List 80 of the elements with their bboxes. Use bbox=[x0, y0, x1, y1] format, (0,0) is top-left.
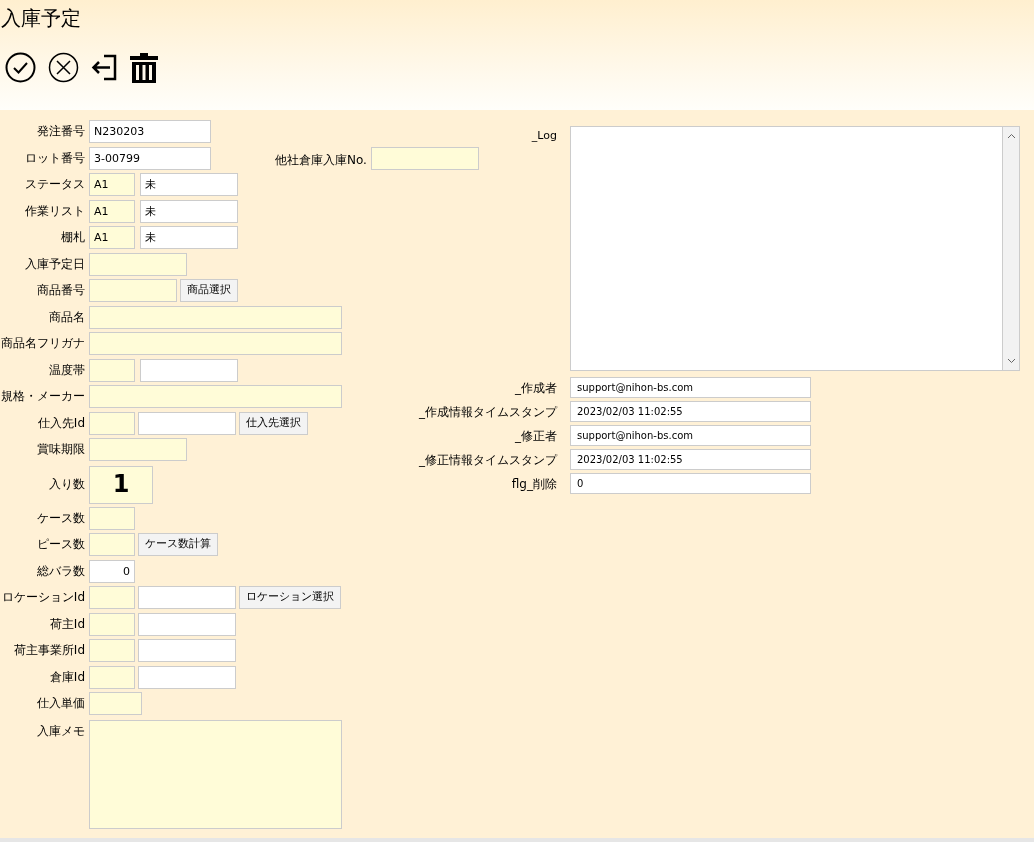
field-label: _作成情報タイムスタンプ bbox=[419, 403, 557, 421]
field-label: flg_削除 bbox=[511, 475, 557, 493]
field-label: 発注番号 bbox=[37, 124, 85, 139]
text-field[interactable]: N230203 bbox=[89, 120, 211, 143]
field-label: 商品名 bbox=[49, 309, 85, 325]
quantity-field[interactable]: 1 bbox=[89, 465, 153, 504]
field-label: 他社倉庫入庫No. bbox=[275, 151, 367, 169]
name-field[interactable] bbox=[138, 639, 236, 662]
select-button[interactable]: ロケーション選択 bbox=[239, 586, 341, 609]
field-label: _作成者 bbox=[515, 379, 557, 397]
code-field[interactable]: A1 bbox=[89, 173, 135, 196]
field-label: 規格・メーカー bbox=[1, 389, 85, 404]
field-label: ロット番号 bbox=[25, 150, 85, 166]
field-label: 棚札 bbox=[61, 230, 85, 245]
name-field[interactable]: 未 bbox=[140, 173, 238, 196]
scroll-up-icon[interactable] bbox=[1006, 133, 1016, 139]
field-label: ロケーションId bbox=[1, 590, 85, 605]
exit-icon[interactable] bbox=[91, 53, 118, 82]
code-field[interactable] bbox=[89, 665, 135, 689]
field-label: 商品名フリガナ bbox=[1, 336, 85, 351]
field-label: 総バラ数 bbox=[37, 563, 85, 579]
field-label: 作業リスト bbox=[25, 203, 85, 219]
field-label: _修正者 bbox=[515, 427, 557, 445]
code-field[interactable] bbox=[89, 358, 135, 382]
text-field[interactable]: support@nihon-bs.com bbox=[570, 377, 811, 398]
confirm-icon[interactable] bbox=[5, 52, 36, 83]
name-field[interactable]: 未 bbox=[140, 199, 238, 223]
memo-field[interactable] bbox=[89, 719, 342, 829]
trash-icon[interactable] bbox=[130, 52, 158, 83]
name-field[interactable] bbox=[138, 665, 236, 689]
select-button[interactable]: 商品選択 bbox=[180, 279, 238, 302]
text-field[interactable]: 2023/02/03 11:02:55 bbox=[570, 449, 811, 470]
text-field[interactable] bbox=[370, 146, 479, 170]
field-label: 仕入先Id bbox=[37, 415, 85, 431]
name-field[interactable]: 未 bbox=[140, 226, 238, 249]
name-field[interactable] bbox=[138, 411, 236, 435]
field-label: 仕入単価 bbox=[37, 696, 85, 711]
field-label: ケース数 bbox=[37, 510, 85, 526]
scrollbar[interactable] bbox=[1002, 127, 1019, 370]
field-label: 倉庫Id bbox=[49, 669, 85, 685]
select-button[interactable]: ケース数計算 bbox=[138, 533, 218, 556]
text-field[interactable] bbox=[89, 279, 177, 302]
price-field[interactable] bbox=[89, 692, 142, 715]
code-field[interactable] bbox=[89, 586, 135, 609]
code-field[interactable] bbox=[89, 411, 135, 435]
select-button[interactable]: 仕入先選択 bbox=[239, 411, 308, 435]
text-field[interactable] bbox=[89, 305, 342, 329]
text-field[interactable]: support@nihon-bs.com bbox=[570, 425, 811, 446]
text-field[interactable]: 3-00799 bbox=[89, 146, 211, 170]
field-label: 入り数 bbox=[49, 476, 85, 492]
code-field[interactable] bbox=[89, 612, 135, 636]
text-field[interactable] bbox=[89, 332, 342, 355]
field-label: 賞味期限 bbox=[37, 442, 85, 457]
field-label: 入庫予定日 bbox=[25, 256, 85, 272]
field-label: 商品番号 bbox=[37, 283, 85, 298]
date-field[interactable] bbox=[89, 252, 187, 276]
text-field[interactable] bbox=[89, 385, 342, 408]
log-label: _Log bbox=[531, 128, 557, 144]
cancel-icon[interactable] bbox=[48, 52, 79, 83]
text-field[interactable]: 2023/02/03 11:02:55 bbox=[570, 401, 811, 422]
name-field[interactable] bbox=[140, 358, 238, 382]
field-label: 荷主Id bbox=[49, 616, 85, 632]
field-label: 荷主事業所Id bbox=[13, 643, 85, 658]
code-field[interactable] bbox=[89, 506, 135, 530]
name-field[interactable] bbox=[138, 586, 236, 609]
code-field[interactable] bbox=[89, 639, 135, 662]
field-label: ステータス bbox=[25, 177, 85, 192]
name-field[interactable] bbox=[138, 612, 236, 636]
code-field[interactable]: A1 bbox=[89, 199, 135, 223]
code-field[interactable] bbox=[89, 533, 135, 556]
date-field[interactable] bbox=[89, 438, 187, 461]
field-label: _修正情報タイムスタンプ bbox=[419, 451, 557, 469]
field-label: 温度帯 bbox=[49, 362, 85, 378]
field-label: 入庫メモ bbox=[37, 723, 85, 739]
code-field[interactable]: A1 bbox=[89, 226, 135, 249]
text-field[interactable]: 0 bbox=[570, 473, 811, 494]
page-title: 入庫予定 bbox=[0, 5, 81, 31]
scroll-down-icon[interactable] bbox=[1006, 358, 1016, 364]
number-field[interactable]: 0 bbox=[89, 559, 135, 583]
field-label: ピース数 bbox=[37, 537, 85, 552]
